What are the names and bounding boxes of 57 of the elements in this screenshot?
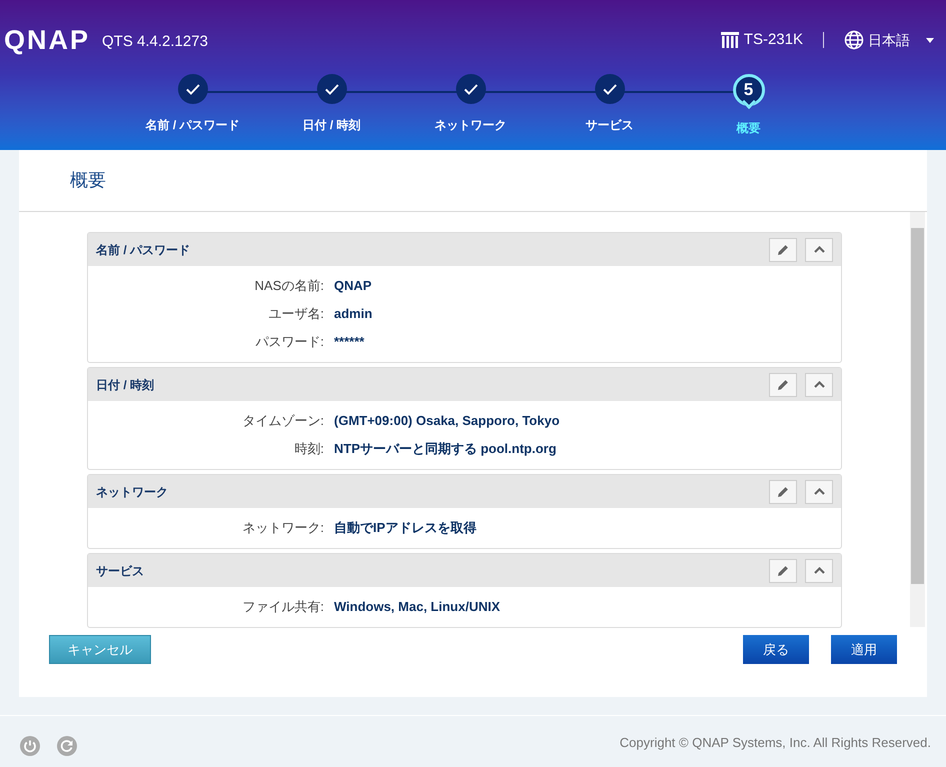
restart-icon[interactable] bbox=[57, 736, 77, 756]
field-value: QNAP bbox=[333, 277, 373, 296]
caret-icon bbox=[926, 38, 934, 42]
collapse-button[interactable] bbox=[805, 480, 833, 504]
field-label: ネットワーク: bbox=[241, 519, 324, 538]
step-label: サービス bbox=[586, 117, 634, 134]
check-icon bbox=[324, 84, 338, 94]
collapse-button[interactable] bbox=[805, 238, 833, 262]
panel-title: 概要 bbox=[70, 169, 106, 192]
section-title: ネットワーク bbox=[96, 484, 168, 500]
field-label: 時刻: bbox=[293, 440, 324, 458]
step-label: 概要 bbox=[736, 120, 760, 137]
version-text: QTS 4.4.2.1273 bbox=[102, 32, 208, 52]
field-value: NTPサーバーと同期する pool.ntp.org bbox=[333, 440, 558, 458]
field-label: ファイル共有: bbox=[241, 598, 324, 616]
chevron-up-icon bbox=[814, 488, 824, 495]
pencil-icon bbox=[777, 564, 789, 576]
logo: QNAP bbox=[4, 24, 90, 57]
field-label: パスワード: bbox=[254, 333, 324, 352]
step-label: 日付 / 時刻 bbox=[302, 117, 360, 134]
chevron-up-icon bbox=[814, 246, 824, 253]
field-value: ****** bbox=[333, 333, 366, 352]
edit-button[interactable] bbox=[769, 480, 797, 504]
field-value: Windows, Mac, Linux/UNIX bbox=[333, 598, 502, 616]
field-label: NASの名前: bbox=[254, 277, 324, 296]
globe-icon bbox=[844, 30, 864, 50]
field-label: ユーザ名: bbox=[267, 305, 324, 324]
collapse-button[interactable] bbox=[805, 558, 833, 582]
edit-button[interactable] bbox=[769, 558, 797, 582]
nas-icon bbox=[720, 31, 740, 49]
chevron-up-icon bbox=[814, 567, 824, 574]
chevron-up-icon bbox=[814, 381, 824, 388]
collapse-button[interactable] bbox=[805, 372, 833, 396]
copyright-text: Copyright © QNAP Systems, Inc. All Rights Reserved. bbox=[620, 734, 931, 752]
apply-button[interactable]: 適用 bbox=[831, 635, 897, 664]
language-dropdown[interactable]: 日本語 bbox=[844, 30, 934, 50]
step-label: ネットワーク bbox=[434, 117, 506, 134]
check-icon bbox=[602, 84, 616, 94]
field-label: タイムゾーン: bbox=[241, 412, 324, 430]
pencil-icon bbox=[777, 244, 789, 256]
edit-button[interactable] bbox=[769, 238, 797, 262]
section-title: 名前 / パスワード bbox=[96, 242, 190, 258]
scrollbar[interactable] bbox=[910, 212, 925, 627]
field-value: 自動でIPアドレスを取得 bbox=[333, 519, 478, 538]
scrollbar-thumb[interactable] bbox=[911, 228, 924, 584]
field-value: (GMT+09:00) Osaka, Sapporo, Tokyo bbox=[333, 412, 561, 430]
field-value: admin bbox=[333, 305, 374, 324]
device-name: TS-231K bbox=[744, 30, 803, 50]
back-button[interactable]: 戻る bbox=[743, 635, 809, 664]
pencil-icon bbox=[777, 378, 789, 390]
check-icon bbox=[186, 84, 200, 94]
section-title: 日付 / 時刻 bbox=[96, 376, 154, 394]
edit-button[interactable] bbox=[769, 372, 797, 396]
check-icon bbox=[464, 84, 478, 94]
pencil-icon bbox=[777, 486, 789, 498]
step-label: 名前 / パスワード bbox=[145, 117, 240, 134]
section-title: サービス bbox=[96, 562, 144, 580]
